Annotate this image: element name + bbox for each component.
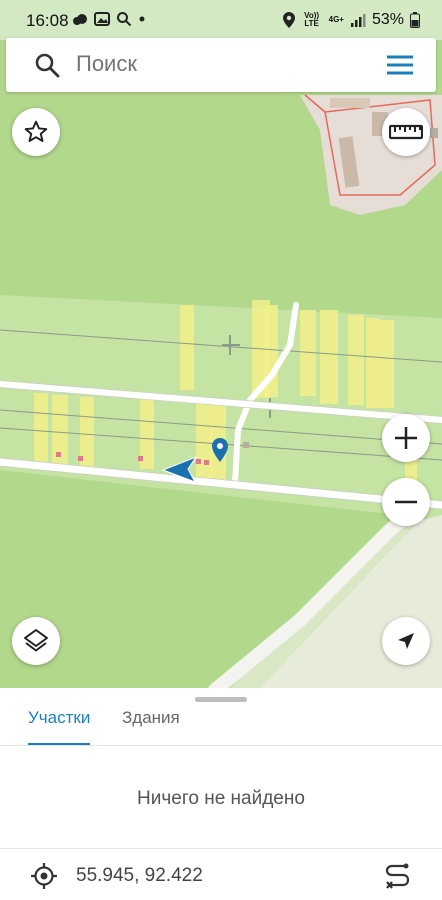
map-canvas[interactable] — [0, 40, 442, 688]
star-icon — [24, 120, 48, 142]
status-notification-icons — [72, 11, 146, 27]
signal-icon — [350, 14, 366, 27]
tab-buildings[interactable]: Здания — [122, 708, 180, 744]
battery-percent: 53% — [371, 11, 404, 28]
network-type-label: 4G+ — [328, 15, 344, 24]
battery-icon — [410, 12, 420, 28]
dot-icon — [139, 16, 145, 22]
ruler-icon — [389, 124, 423, 140]
coordinates-row: 55.945, 92.422 — [0, 849, 442, 900]
bottom-sheet: Участки Здания Ничего не найдено 55.945,… — [0, 688, 442, 900]
coordinates-value: 55.945, 92.422 — [76, 865, 203, 886]
tab-parcels-label: Участки — [28, 708, 91, 727]
crosshair-icon — [31, 863, 57, 889]
search-input[interactable] — [76, 51, 356, 77]
map-view[interactable] — [0, 40, 442, 688]
search-icon[interactable] — [34, 52, 60, 78]
menu-icon[interactable] — [386, 53, 414, 77]
image-icon — [94, 12, 110, 26]
route-icon[interactable] — [384, 862, 412, 890]
my-location-button[interactable] — [382, 617, 430, 665]
status-search-icon — [117, 12, 132, 27]
zoom-out-button[interactable] — [382, 478, 430, 526]
search-bar[interactable] — [6, 38, 436, 92]
layers-icon — [24, 629, 48, 652]
favorite-button[interactable] — [12, 108, 60, 156]
zoom-in-button[interactable] — [382, 414, 430, 462]
status-time: 16:08 — [26, 11, 69, 30]
tab-parcels[interactable]: Участки — [28, 708, 91, 746]
empty-results-message: Ничего не найдено — [137, 788, 305, 809]
layers-button[interactable] — [12, 617, 60, 665]
cloud-icon — [73, 14, 87, 25]
tabs-divider — [0, 745, 442, 746]
navigation-arrow-icon — [398, 633, 414, 649]
plus-icon — [395, 427, 417, 449]
tab-buildings-label: Здания — [122, 708, 180, 727]
status-system-icons: Vo)) LTE 4G+ 53% — [282, 11, 420, 29]
location-pin-icon — [282, 12, 295, 28]
minus-icon — [395, 500, 417, 504]
sheet-drag-handle[interactable] — [195, 697, 247, 702]
status-bar: 16:08 Vo)) LTE 4G+ 53% — [0, 0, 442, 40]
ruler-button[interactable] — [382, 108, 430, 156]
volte-label: Vo)) LTE — [304, 11, 320, 28]
